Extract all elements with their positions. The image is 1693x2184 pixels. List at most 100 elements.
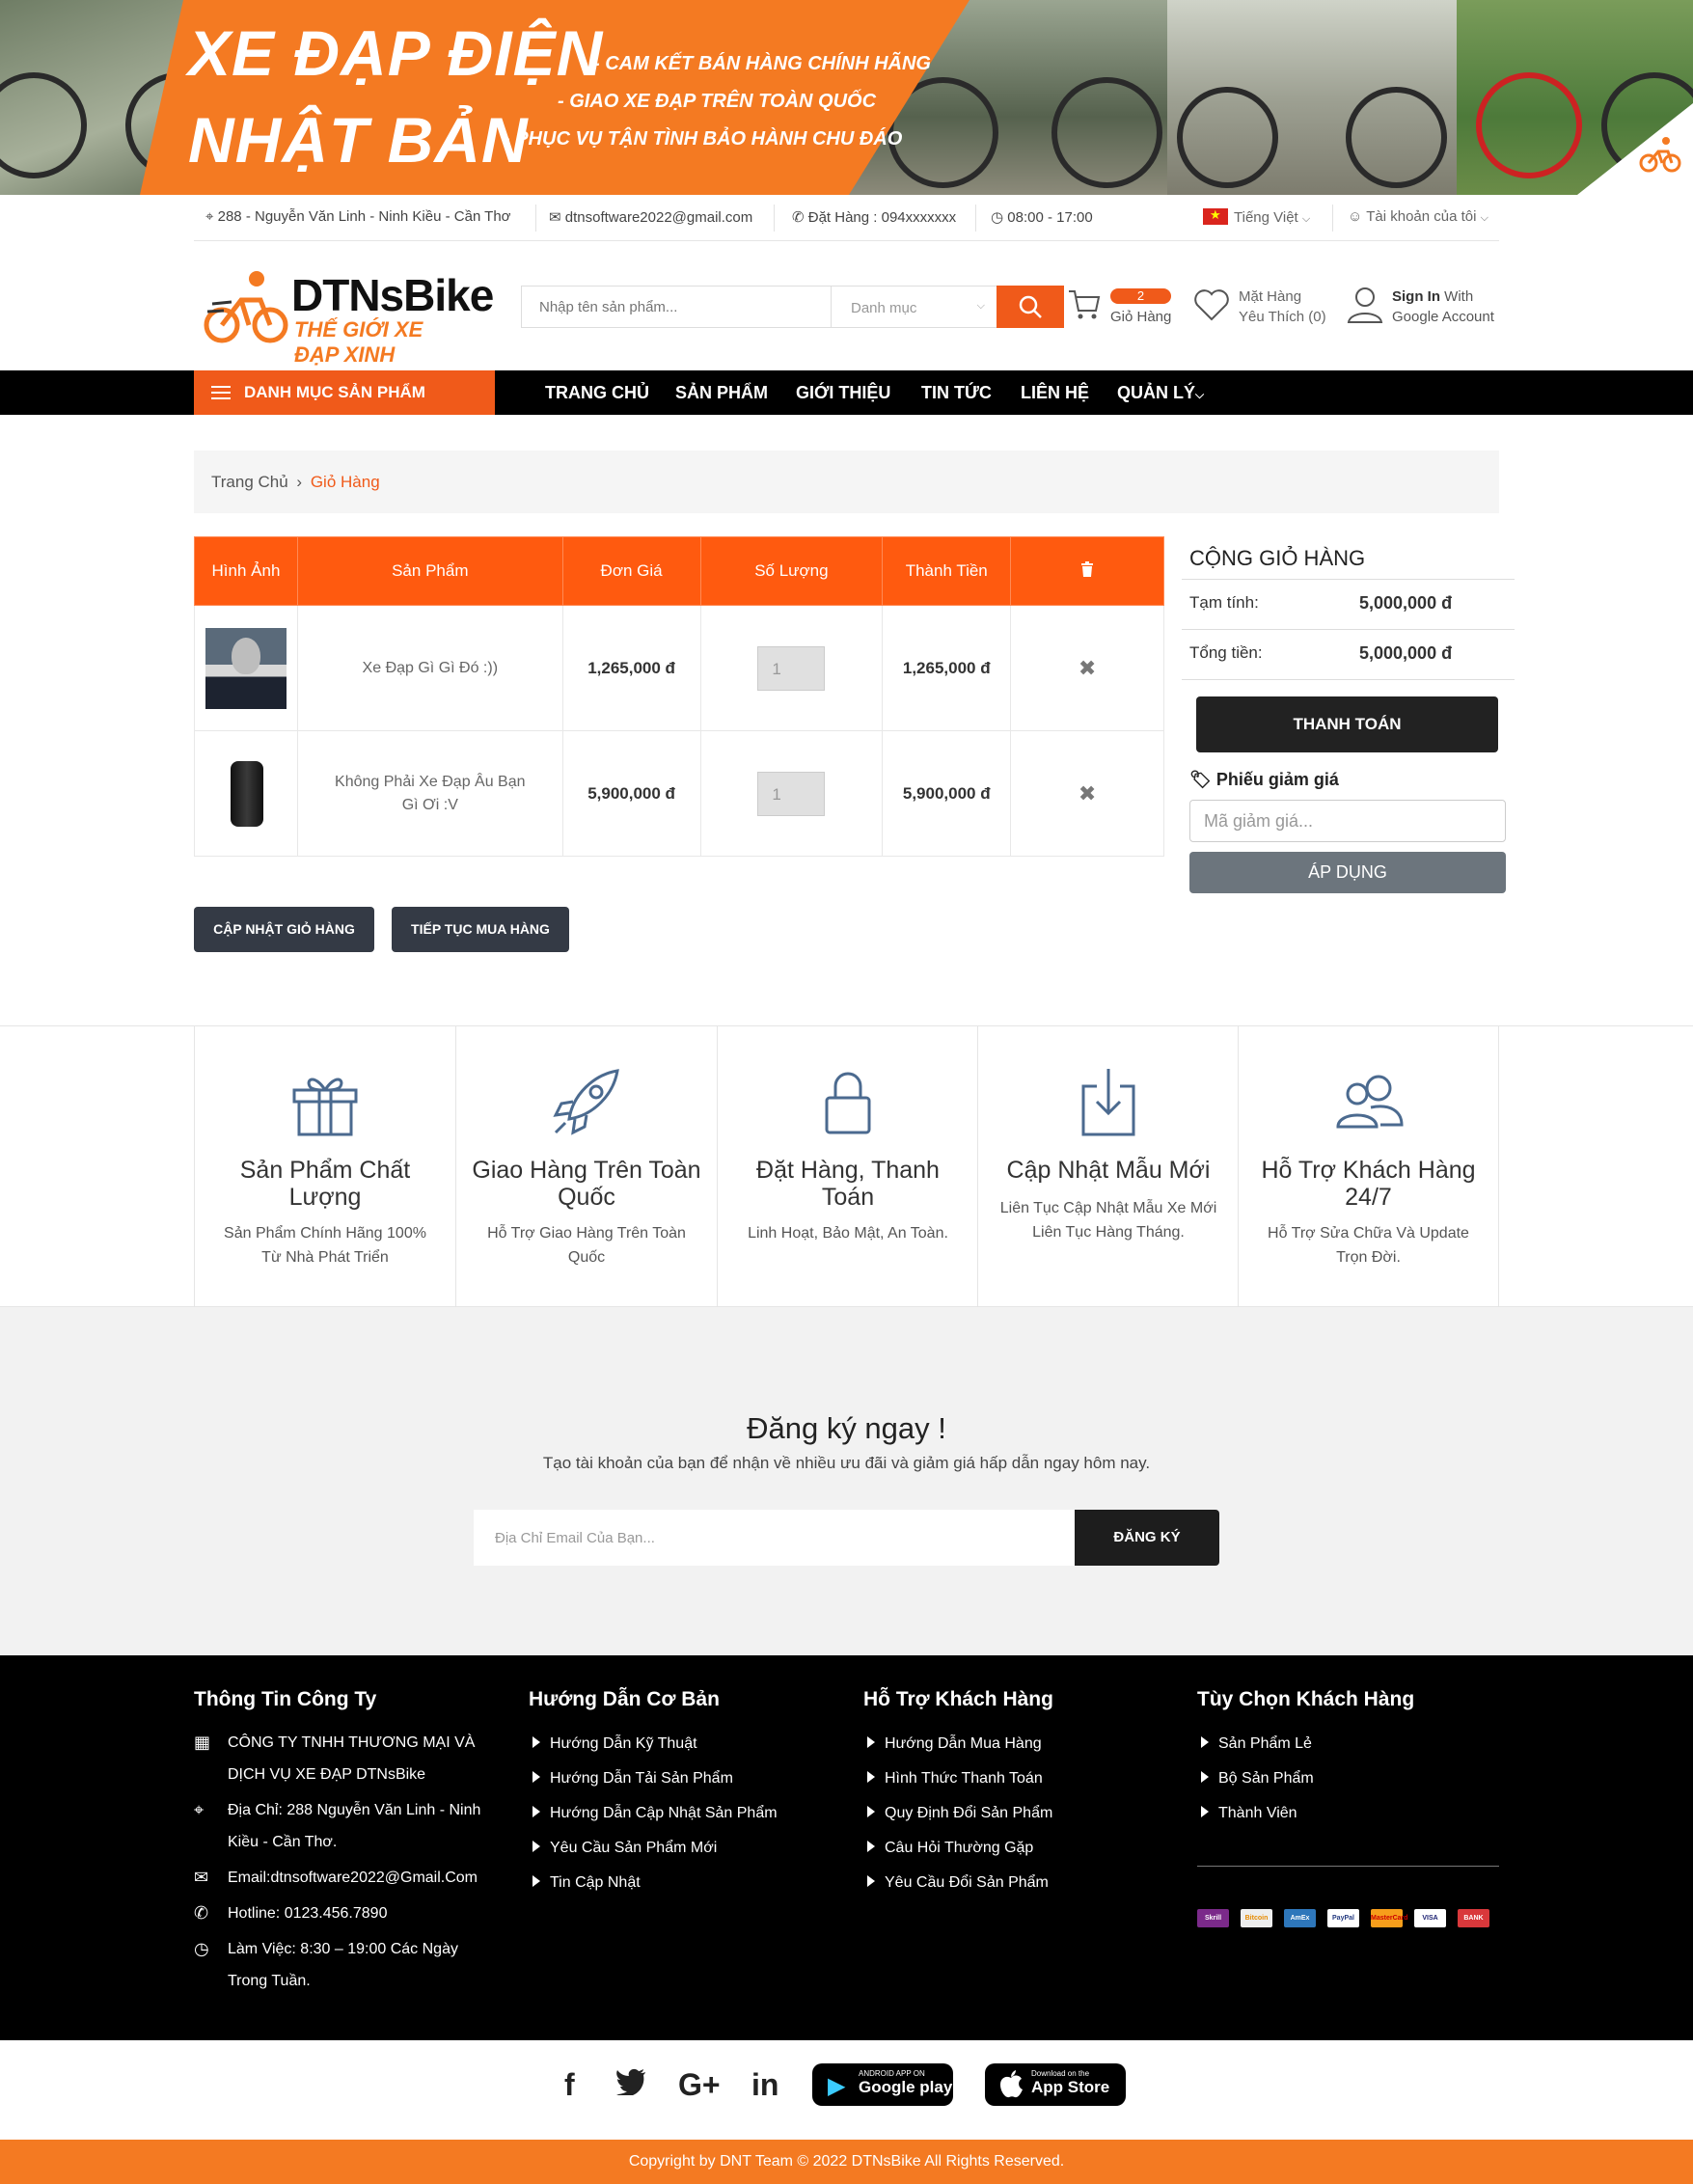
footer-link[interactable]: Yêu Cầu Đổi Sản Phẩm [863, 1866, 1053, 1900]
banner-title-line2: NHẬT BẢN [188, 104, 529, 176]
nav-item-home[interactable]: TRANG CHỦ [545, 383, 649, 403]
product-name[interactable]: Xe Đạp Gì Gì Đó :)) [296, 605, 563, 731]
remove-cell: ✖ [1010, 605, 1164, 731]
feature-item: Đặt Hàng, Thanh Toán Linh Hoạt, Bảo Mật,… [717, 1026, 978, 1308]
footer-link[interactable]: Thành Viên [1197, 1796, 1414, 1831]
chevron-right-icon: › [296, 473, 303, 491]
feature-title: Đặt Hàng, Thanh Toán [756, 1157, 940, 1211]
nav-item-news[interactable]: TIN TỨC [921, 383, 992, 403]
newsletter-section: Đăng ký ngay ! Tạo tài khoản của bạn để … [0, 1307, 1693, 1655]
main-nav: DANH MỤC SẢN PHẨM TRANG CHỦ SẢN PHẨM GIỚ… [0, 370, 1693, 415]
subscribe-button[interactable]: ĐĂNG KÝ [1075, 1510, 1219, 1566]
product-thumbnail[interactable] [194, 605, 298, 731]
paypal-icon: PayPal [1327, 1909, 1359, 1927]
linkedin-icon[interactable]: in [751, 2067, 778, 2103]
company-hours: ◷ Làm Việc: 8:30 – 19:00 Các Ngày Trong … [194, 1933, 503, 1997]
company-hotline[interactable]: ✆ Hotline: 0123.456.7890 [194, 1897, 503, 1929]
lock-icon [825, 1072, 871, 1134]
amex-icon: AmEx [1284, 1909, 1316, 1927]
total-value: 5,000,000 đ [1359, 643, 1453, 663]
update-cart-button[interactable]: CẬP NHẬT GIỎ HÀNG [194, 907, 374, 952]
breadcrumb-home[interactable]: Trang Chủ [211, 473, 288, 491]
feature-title: Sản Phẩm Chất Lượng [239, 1157, 411, 1211]
nav-manage-label: QUẢN LÝ [1117, 383, 1195, 402]
map-pin-icon: ⌖ [205, 208, 214, 225]
footer-link[interactable]: Hướng Dẫn Mua Hàng [863, 1727, 1053, 1761]
unit-price: 5,900,000 đ [561, 730, 701, 857]
wishlist-widget[interactable]: Mặt Hàng Yêu Thích (0) [1192, 282, 1327, 330]
phone-text: Đặt Hàng : 094xxxxxxx [807, 209, 957, 226]
quantity-input[interactable]: 1 [757, 771, 826, 816]
language-selector[interactable]: Tiếng Việt ⌵ [1203, 207, 1311, 226]
email-info[interactable]: ✉ dtnsoftware2022@gmail.com [549, 208, 752, 226]
app-store-button[interactable]: Download on the App Store [985, 2063, 1126, 2106]
rocket-icon [553, 1069, 619, 1135]
company-email[interactable]: ✉ Email:dtnsoftware2022@Gmail.Com [194, 1862, 503, 1894]
banner-bullet-3: - PHỤC VỤ TẬN TÌNH BẢO HÀNH CHU ĐÁO [504, 128, 903, 150]
footer-link[interactable]: Hướng Dẫn Tải Sản Phẩm [529, 1761, 778, 1796]
subtotal-value: 5,000,000 đ [1359, 593, 1453, 613]
site-logo[interactable]: DTNsBike THẾ GIỚI XE ĐẠP XINH [203, 265, 494, 367]
envelope-icon: ✉ [194, 1868, 209, 1887]
footer-link[interactable]: Hướng Dẫn Kỹ Thuật [529, 1727, 778, 1761]
facebook-icon[interactable]: f [564, 2067, 575, 2103]
logo-name: DTNsBike [291, 270, 494, 320]
col-price: Đơn Giá [561, 536, 701, 606]
search-bar: Danh mục ⌵ [521, 286, 1064, 328]
footer-heading: Thông Tin Công Ty [194, 1688, 377, 1710]
coupon-input[interactable]: Mã giảm giá... [1189, 800, 1506, 842]
nav-item-about[interactable]: GIỚI THIỆU [796, 383, 890, 403]
gift-icon [292, 1078, 358, 1136]
chevron-down-icon: ⌵ [1301, 213, 1311, 225]
copyright-bar: Copyright by DNT Team © 2022 DTNsBike Al… [0, 2140, 1693, 2184]
quantity-input[interactable]: 1 [757, 645, 826, 691]
footer-link[interactable]: Hướng Dẫn Cập Nhật Sản Phẩm [529, 1796, 778, 1831]
nav-item-manage[interactable]: QUẢN LÝ⌵ [1117, 383, 1204, 403]
feature-item: Hỗ Trợ Khách Hàng 24/7 Hỗ Trợ Sửa Chữa V… [1238, 1026, 1499, 1308]
newsletter-email-input[interactable]: Địa Chỉ Email Của Bạn... [474, 1510, 1075, 1566]
footer-link[interactable]: Sản Phẩm Lẻ [1197, 1727, 1414, 1761]
quantity-cell: 1 [699, 605, 884, 731]
remove-icon[interactable]: ✖ [1079, 781, 1096, 805]
category-menu-button[interactable]: DANH MỤC SẢN PHẨM [194, 370, 495, 415]
account-menu[interactable]: ☺ Tài khoản của tôi ⌵ [1348, 208, 1488, 225]
google-plus-icon[interactable]: G+ [678, 2067, 721, 2103]
product-name[interactable]: Không Phải Xe Đạp Âu Bạn Gì Ơi :V [296, 730, 563, 857]
footer-link[interactable]: Yêu Cầu Sản Phẩm Mới [529, 1831, 778, 1866]
address-info: ⌖ 288 - Nguyễn Văn Linh - Ninh Kiều - Cầ… [205, 208, 511, 225]
nav-item-contact[interactable]: LIÊN HỆ [1021, 383, 1089, 403]
feature-desc: Liên Tục Cập Nhật Mẫu Xe Mới Liên Tục Hà… [999, 1200, 1217, 1241]
search-button[interactable] [997, 286, 1064, 328]
phone-info[interactable]: ✆ Đặt Hàng : 094xxxxxxx [792, 208, 956, 226]
footer-link[interactable]: Bộ Sản Phẩm [1197, 1761, 1414, 1796]
banner-title-line1: XE ĐẠP ĐIỆN [188, 17, 604, 89]
google-signin[interactable]: Sign In With Google Account [1346, 282, 1505, 330]
banner-bullet-1: - CAM KẾT BÁN HÀNG CHÍNH HÃNG [593, 53, 931, 74]
product-thumbnail[interactable] [194, 730, 298, 857]
category-select[interactable]: Danh mục ⌵ [831, 287, 995, 327]
google-play-label: Google play [859, 2078, 953, 2096]
company-name: ▦ CÔNG TY TNHH THƯƠNG MẠI VÀ DỊCH VỤ XE … [194, 1727, 503, 1790]
footer-link[interactable]: Tin Cập Nhật [529, 1866, 778, 1900]
heart-icon [1194, 289, 1229, 321]
google-play-button[interactable]: ▶ ANDROID APP ON Google play [812, 2063, 953, 2106]
checkout-button[interactable]: THANH TOÁN [1196, 696, 1498, 752]
footer-link[interactable]: Quy Định Đổi Sản Phẩm [863, 1796, 1053, 1831]
twitter-icon[interactable] [615, 2067, 646, 2103]
banner-bullet-2: - GIAO XE ĐẠP TRÊN TOÀN QUỐC [558, 91, 877, 112]
phone-icon: ✆ [194, 1903, 209, 1923]
hours-text: 08:00 - 17:00 [1007, 209, 1093, 226]
apply-coupon-button[interactable]: ÁP DỤNG [1189, 852, 1506, 893]
cart-table: Hình Ảnh Sản Phẩm Đơn Giá Số Lượng Thành… [194, 536, 1164, 857]
col-image: Hình Ảnh [194, 536, 298, 606]
footer-link[interactable]: Câu Hỏi Thường Gặp [863, 1831, 1053, 1866]
continue-shopping-button[interactable]: TIẾP TỤC MUA HÀNG [392, 907, 569, 952]
feature-desc: Hỗ Trợ Sửa Chữa Và Update Trọn Đời. [1268, 1225, 1469, 1266]
search-input[interactable] [522, 287, 831, 327]
footer-guide: Hướng Dẫn Cơ Bản Hướng Dẫn Kỹ Thuật Hướn… [529, 1688, 778, 1900]
cart-widget[interactable]: 2 Giỏ Hàng [1067, 284, 1178, 332]
nav-item-products[interactable]: SẢN PHẨM [675, 383, 768, 403]
remove-icon[interactable]: ✖ [1079, 656, 1096, 680]
footer-link[interactable]: Hình Thức Thanh Toán [863, 1761, 1053, 1796]
vietnam-flag-icon [1203, 207, 1228, 225]
